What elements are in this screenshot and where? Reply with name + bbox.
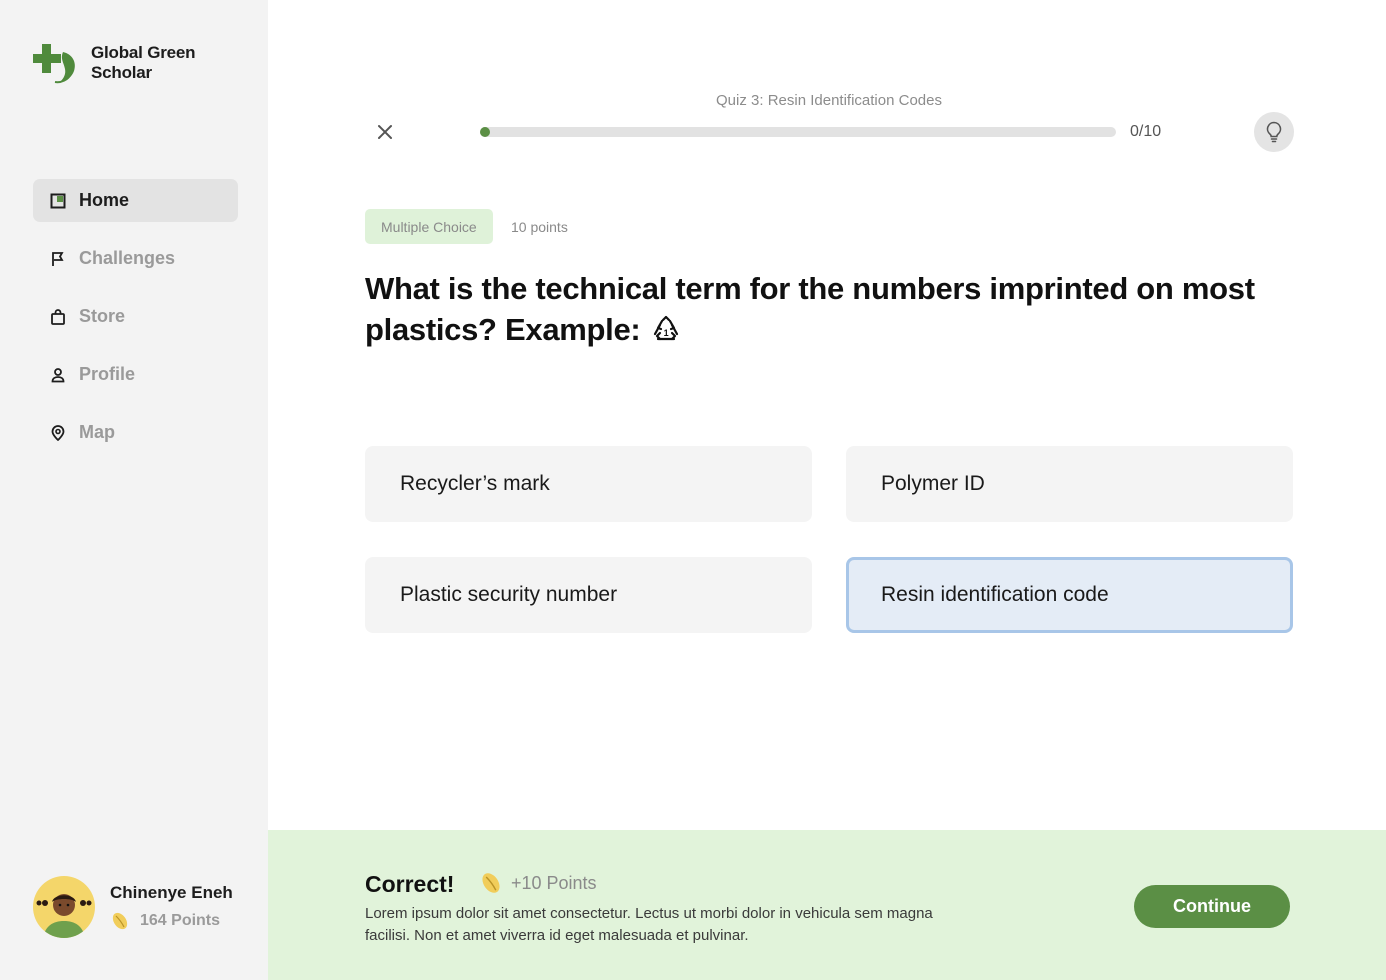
question-type-badge: Multiple Choice <box>365 209 493 244</box>
question-points: 10 points <box>511 219 568 235</box>
answer-option-3[interactable]: Plastic security number <box>365 557 812 633</box>
hint-button[interactable] <box>1254 112 1294 152</box>
quiz-main: Quiz 3: Resin Identification Codes 0/10 … <box>268 0 1386 830</box>
flag-icon <box>50 251 66 267</box>
quiz-progress-bar <box>480 127 1116 137</box>
brand[interactable]: Global Green Scholar <box>33 42 196 84</box>
sidebar-item-label: Profile <box>79 364 136 384</box>
quiz-title: Quiz 3: Resin Identification Codes <box>716 92 942 109</box>
person-icon <box>50 367 66 383</box>
pin-icon <box>50 424 66 441</box>
brand-name-line2: Scholar <box>91 63 152 82</box>
lightbulb-icon <box>1266 121 1282 143</box>
feedback-panel: Correct! +10 Points Lorem ipsum dolor si… <box>268 830 1386 980</box>
sidebar-item-profile[interactable]: Profile <box>33 353 238 396</box>
question-text: What is the technical term for the numbe… <box>365 268 1295 350</box>
user-card[interactable]: Chinenye Eneh 164 Points <box>33 876 233 938</box>
answer-option-1[interactable]: Recycler’s mark <box>365 446 812 522</box>
seed-icon <box>482 873 500 893</box>
feedback-title: Correct! <box>365 871 455 897</box>
sidebar-item-label: Store <box>79 306 126 326</box>
close-quiz-button[interactable] <box>374 121 396 143</box>
answer-option-2[interactable]: Polymer ID <box>846 446 1293 522</box>
sidebar-item-map[interactable]: Map <box>33 411 238 454</box>
quiz-progress-fill <box>480 127 490 137</box>
sidebar-nav: Home Challenges Store Profile Map <box>33 179 238 469</box>
user-points-label: 164 Points <box>140 912 221 929</box>
user-points: 164 Points <box>110 911 233 931</box>
sidebar-item-challenges[interactable]: Challenges <box>33 237 238 280</box>
sidebar-item-store[interactable]: Store <box>33 295 238 338</box>
sidebar-item-home[interactable]: Home <box>33 179 238 222</box>
seed-icon <box>112 912 128 930</box>
close-icon <box>378 125 392 139</box>
answer-option-4[interactable]: Resin identification code <box>846 557 1293 633</box>
sidebar-item-label: Home <box>79 190 130 210</box>
quiz-progress-count: 0/10 <box>1130 123 1162 140</box>
sidebar-item-label: Map <box>79 422 115 442</box>
home-icon <box>50 193 66 209</box>
question-label: What is the technical term for the numbe… <box>365 271 1255 347</box>
recycling-code-icon: 1 <box>653 315 678 341</box>
brand-name-line1: Global Green <box>91 43 196 62</box>
continue-button[interactable]: Continue <box>1134 885 1290 928</box>
feedback-points: +10 Points <box>511 873 597 893</box>
bag-icon <box>50 308 66 325</box>
avatar <box>33 876 95 938</box>
brand-logo-icon <box>33 44 75 84</box>
sidebar: Global Green Scholar Home Challenges Sto… <box>0 0 268 980</box>
sidebar-item-label: Challenges <box>79 248 176 268</box>
svg-text:1: 1 <box>663 328 668 338</box>
user-name: Chinenye Eneh <box>110 883 233 902</box>
feedback-text: Lorem ipsum dolor sit amet consectetur. … <box>365 905 933 944</box>
